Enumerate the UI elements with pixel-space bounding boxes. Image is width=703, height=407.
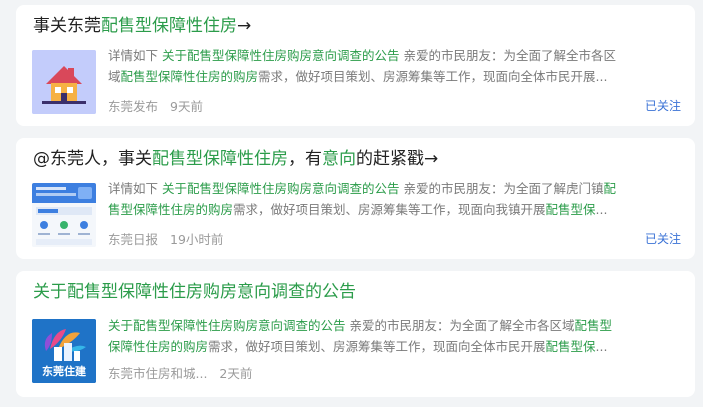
title-text: ，有 [288, 149, 322, 169]
result-snippet: 详情如下 关于配售型保障性住房购房意向调查的公告 亲爱的市民朋友：为全面了解虎门… [108, 181, 616, 217]
dongguan-housing-logo: 东莞住建 [32, 319, 96, 383]
result-card[interactable]: 事关东莞配售型保障性住房→ 详情如下 关于配售型保障性住房购房意向调查的公告 亲… [16, 5, 695, 126]
source-name[interactable]: 东莞日报 [108, 232, 158, 247]
result-snippet: 详情如下 关于配售型保障性住房购房意向调查的公告 亲爱的市民朋友：为全面了解全市… [108, 48, 616, 84]
result-card[interactable]: 关于配售型保障性住房购房意向调查的公告 东莞住建 关于配售型保障性住房购房意向调… [16, 271, 695, 397]
result-title[interactable]: 事关东莞配售型保障性住房→ [33, 15, 251, 37]
svg-text:东莞住建: 东莞住建 [42, 364, 87, 378]
source-name[interactable]: 东莞市住房和城... [108, 366, 207, 381]
title-highlight: 关于配售型保障性住房购房意向调查的公告 [33, 282, 356, 302]
publish-time: 2天前 [219, 366, 253, 381]
title-highlight: 配售型保障性住房 [152, 149, 288, 169]
title-arrow: → [237, 16, 252, 36]
result-title[interactable]: @东莞人，事关配售型保障性住房，有意向的赶紧戳→ [33, 148, 438, 170]
title-highlight: 意向 [322, 149, 356, 169]
source-name[interactable]: 东莞发布 [108, 99, 158, 114]
thumbnail[interactable] [32, 50, 96, 114]
publish-time: 19小时前 [170, 232, 224, 247]
app-screenshot-icon [32, 183, 96, 247]
house-icon [32, 50, 96, 114]
thumbnail[interactable]: 东莞住建 [32, 319, 96, 383]
follow-status[interactable]: 已关注 [645, 97, 681, 114]
follow-status[interactable]: 已关注 [645, 230, 681, 247]
result-meta: 东莞日报 19小时前 [108, 229, 223, 248]
result-snippet: 关于配售型保障性住房购房意向调查的公告 亲爱的市民朋友：为全面了解全市各区域配售… [108, 318, 613, 354]
result-meta: 东莞市住房和城... 2天前 [108, 363, 252, 382]
title-text: 事关东莞 [33, 16, 101, 36]
title-text: @东莞人，事关 [33, 149, 152, 169]
result-card[interactable]: @东莞人，事关配售型保障性住房，有意向的赶紧戳→ 详情如下 关于配售型保障性住房… [16, 138, 695, 259]
title-highlight: 配售型保障性住房 [101, 16, 237, 36]
title-text: 的赶紧戳→ [356, 149, 439, 169]
result-meta: 东莞发布 9天前 [108, 96, 203, 115]
publish-time: 9天前 [170, 99, 203, 114]
result-title[interactable]: 关于配售型保障性住房购房意向调查的公告 [33, 281, 356, 303]
thumbnail[interactable] [32, 183, 96, 247]
